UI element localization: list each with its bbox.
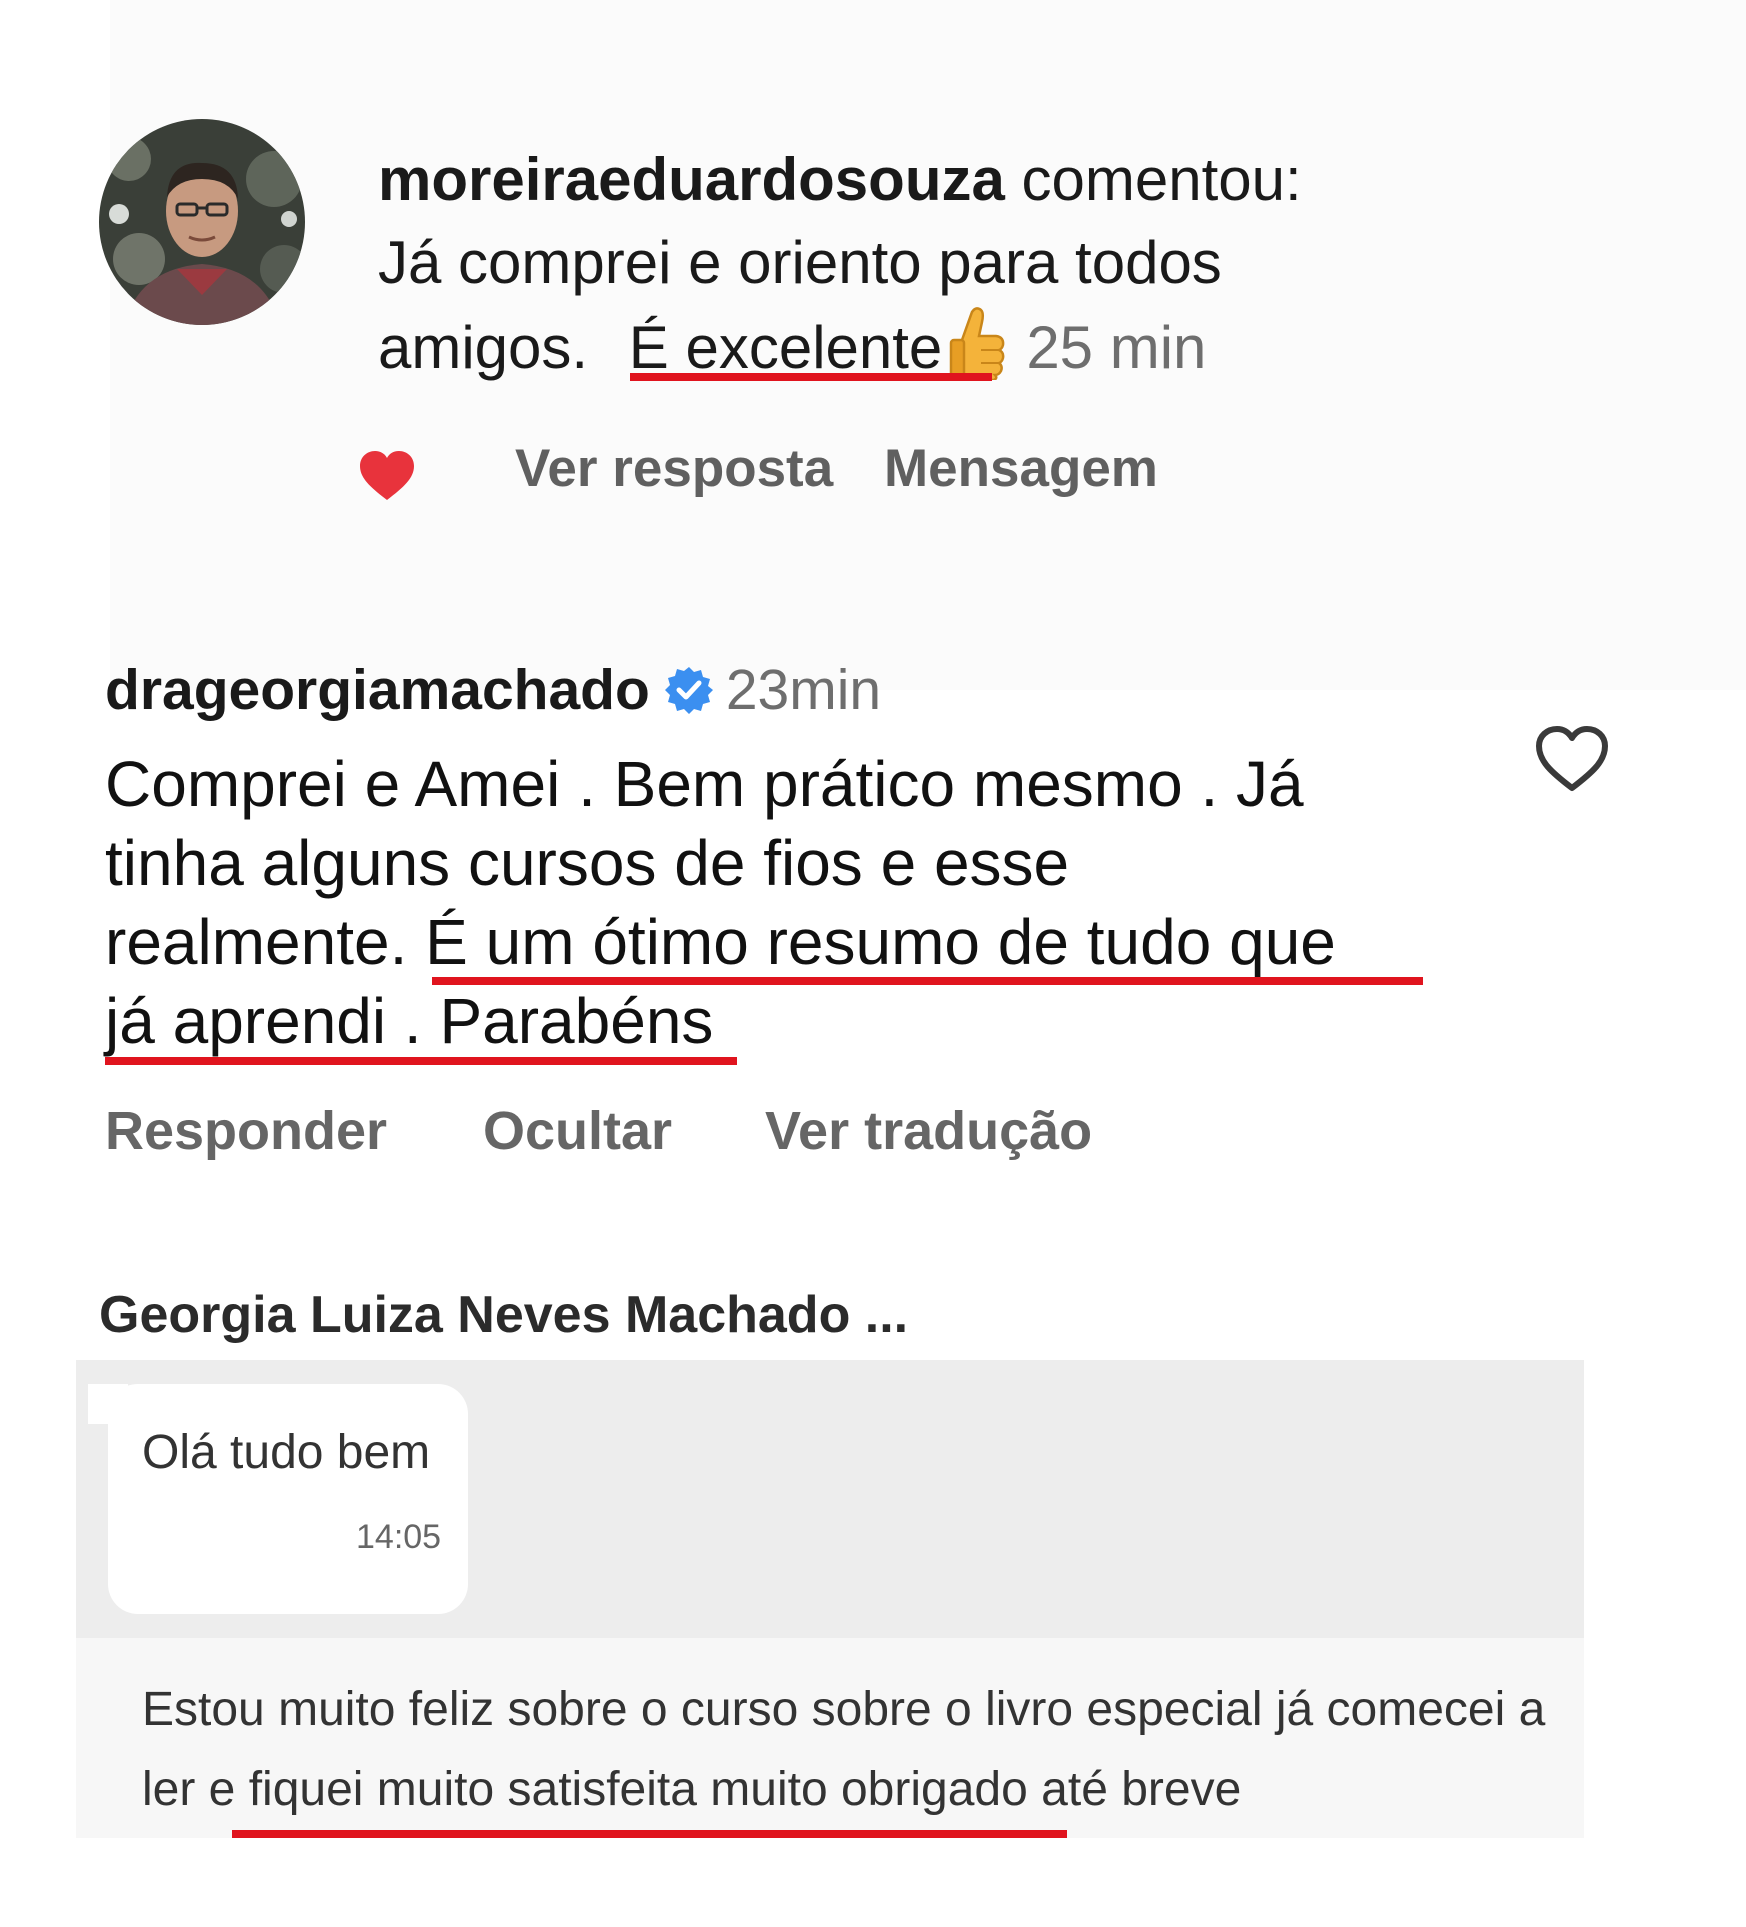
comment-text: moreiraeduardosouza comentou: Já comprei… (378, 138, 1398, 389)
comment-username[interactable]: moreiraeduardosouza (378, 146, 1005, 213)
heart-outline-icon[interactable] (1534, 725, 1610, 793)
thumbs-up-icon (948, 304, 1006, 382)
red-underline (432, 977, 1423, 985)
comment-username[interactable]: drageorgiamachado (105, 658, 650, 722)
comment-line: Comprei e Amei . Bem prático mesmo . Já (105, 748, 1304, 820)
message-text: Olá tudo bem (142, 1426, 431, 1479)
comment-line: tinha alguns cursos de fios e esse (105, 827, 1070, 899)
comment-header: drageorgiamachado 23min (105, 655, 881, 725)
reply-link[interactable]: Responder (105, 1100, 387, 1162)
red-underline (232, 1830, 1067, 1838)
message-time: 14:05 (356, 1518, 442, 1556)
comment-text-start: amigos. (378, 314, 589, 381)
hide-link[interactable]: Ocultar (483, 1100, 672, 1162)
comment-time: 23min (725, 658, 882, 722)
message-line: Estou muito feliz sobre o curso sobre o … (142, 1683, 1546, 1736)
comment-header-line: moreiraeduardosouza comentou: (378, 138, 1398, 221)
message-text-end: até breve (1041, 1763, 1242, 1816)
user-avatar[interactable] (99, 119, 305, 325)
comment-time: 25 min (1026, 314, 1207, 381)
message-text-start: ler e (142, 1763, 236, 1816)
message-bubble (108, 1384, 468, 1614)
comment-text: Comprei e Amei . Bem prático mesmo . Já … (105, 745, 1465, 1061)
see-translation-link[interactable]: Ver tradução (765, 1100, 1092, 1162)
comment-text-start: realmente. (105, 906, 408, 978)
comment-highlight: É um ótimo resumo de tudo que (425, 906, 1336, 978)
message-highlight: fiquei muito satisfeita muito obrigado (248, 1763, 1028, 1816)
message-line: ler e fiquei muito satisfeita muito obri… (142, 1762, 1582, 1817)
message-link[interactable]: Mensagem (884, 438, 1158, 499)
verified-badge-icon (664, 661, 714, 714)
view-reply-link[interactable]: Ver resposta (515, 438, 833, 499)
chat-contact-name[interactable]: Georgia Luiza Neves Machado ... (99, 1285, 908, 1345)
comment-line: Já comprei e oriento para todos (378, 229, 1222, 296)
red-underline (105, 1057, 737, 1065)
red-underline (630, 373, 992, 381)
comment-verb: comentou: (1021, 146, 1302, 213)
comment-highlight: É excelente (628, 314, 943, 381)
comment-highlight: já aprendi . Parabéns (105, 985, 714, 1057)
avatar-photo (99, 119, 305, 325)
comment-line: realmente. É um ótimo resumo de tudo que (105, 903, 1465, 982)
heart-filled-icon[interactable] (358, 450, 416, 502)
